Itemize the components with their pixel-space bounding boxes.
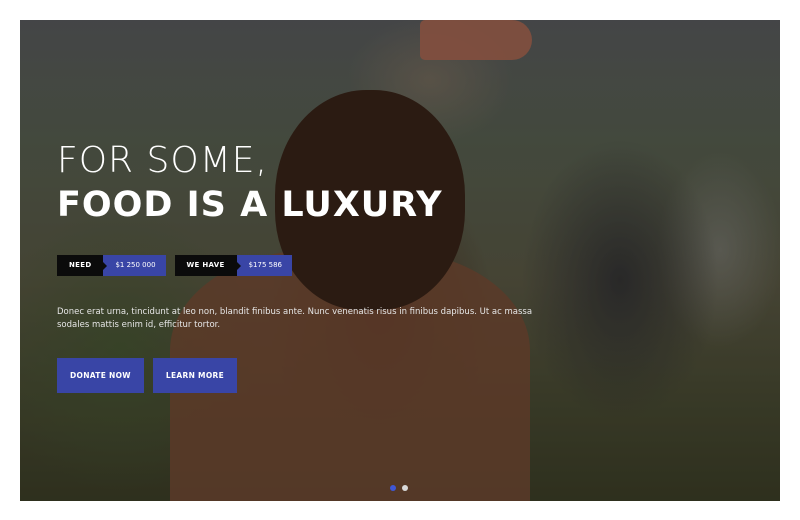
stat-need-label: NEED <box>57 255 108 276</box>
hero-banner: FOR SOME, FOOD IS A LUXURY NEED $1 250 0… <box>20 20 780 501</box>
slider-pagination <box>390 485 408 491</box>
slider-dot-2[interactable] <box>402 485 408 491</box>
stat-we-have-value: $175 586 <box>236 255 292 276</box>
hero-title-line2: FOOD IS A LUXURY <box>57 185 443 225</box>
stat-need: NEED $1 250 000 <box>57 255 166 276</box>
hero-actions: DONATE NOW LEARN MORE <box>57 358 237 393</box>
stat-we-have: WE HAVE $175 586 <box>174 255 292 276</box>
stat-we-have-label: WE HAVE <box>174 255 241 276</box>
hero-description: Donec erat urna, tincidunt at leo non, b… <box>57 307 533 330</box>
slider-dot-1[interactable] <box>390 485 396 491</box>
donate-now-button[interactable]: DONATE NOW <box>57 358 144 393</box>
learn-more-button[interactable]: LEARN MORE <box>152 358 237 393</box>
stat-need-value: $1 250 000 <box>103 255 166 276</box>
funding-stats: NEED $1 250 000 WE HAVE $175 586 <box>57 255 292 276</box>
hero-heading: FOR SOME, FOOD IS A LUXURY <box>57 140 557 228</box>
hero-title-line1: FOR SOME, <box>57 140 268 181</box>
